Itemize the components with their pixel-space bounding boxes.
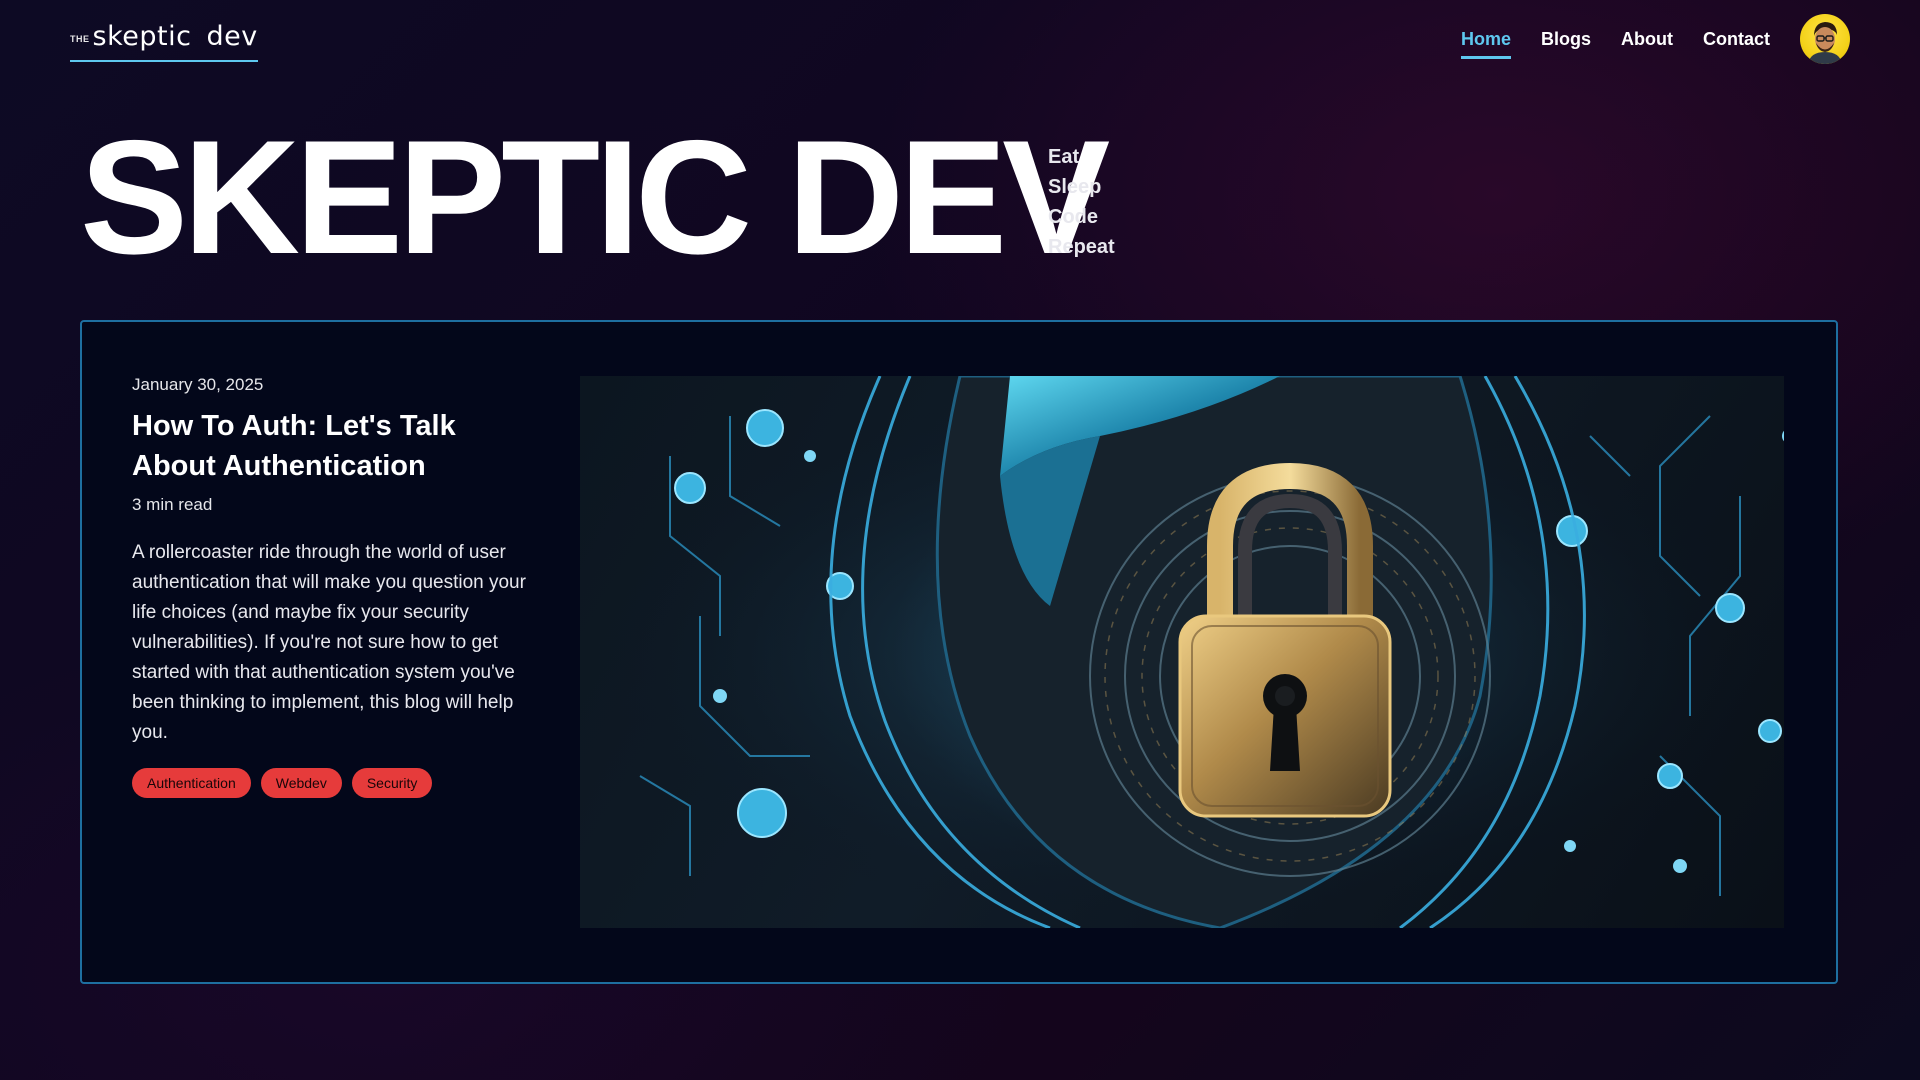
- post-date: January 30, 2025: [132, 375, 264, 394]
- nav-blogs[interactable]: Blogs: [1541, 28, 1591, 59]
- motto-item: Sleep: [1048, 176, 1102, 198]
- padlock-shield-icon: [580, 376, 1784, 928]
- tag-webdev[interactable]: Webdev: [260, 768, 342, 798]
- main-nav: Home Blogs About Contact: [1431, 28, 1770, 59]
- tag-authentication[interactable]: Authentication: [132, 768, 251, 798]
- logo-text: skeptic dev: [92, 21, 258, 52]
- nav-about[interactable]: About: [1621, 28, 1673, 59]
- post-cover-image[interactable]: [580, 376, 1784, 928]
- motto-item: Repeat: [1048, 236, 1115, 258]
- logo-prefix: THE: [70, 34, 90, 44]
- featured-post-card[interactable]: January 30, 2025 How To Auth: Let's Talk…: [80, 320, 1838, 984]
- post-excerpt: A rollercoaster ride through the world o…: [132, 542, 526, 743]
- nav-home[interactable]: Home: [1460, 28, 1511, 59]
- motto-item: Code: [1048, 206, 1098, 228]
- hero-title: SKEPTIC DEV: [80, 107, 1110, 288]
- avatar-person-icon: [1808, 22, 1842, 64]
- motto-list: Eat Sleep Code Repeat: [1048, 142, 1115, 262]
- site-logo[interactable]: THE skeptic dev: [70, 22, 258, 62]
- nav-contact[interactable]: Contact: [1703, 28, 1770, 59]
- user-avatar[interactable]: [1800, 14, 1850, 64]
- post-title[interactable]: How To Auth: Let's Talk About Authentica…: [132, 406, 542, 486]
- post-info: January 30, 2025 How To Auth: Let's Talk…: [132, 374, 542, 798]
- site-header: THE skeptic dev Home Blogs About Contact: [0, 0, 1920, 80]
- post-tags: Authentication Webdev Security: [132, 768, 542, 798]
- tag-security[interactable]: Security: [351, 768, 433, 798]
- motto-item: Eat: [1048, 146, 1080, 168]
- post-read-time: 3 min read: [132, 495, 213, 514]
